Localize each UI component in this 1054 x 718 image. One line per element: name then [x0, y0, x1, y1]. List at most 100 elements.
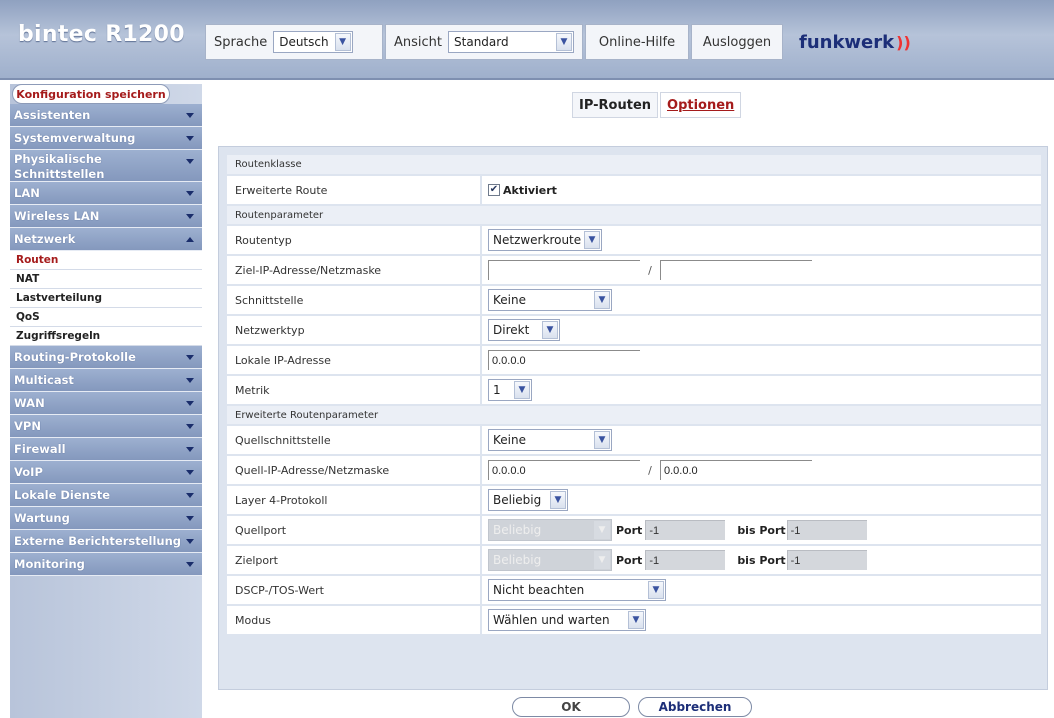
sidebar-item-voip[interactable]: VoIP [10, 461, 202, 484]
field-label: Modus [227, 605, 481, 636]
source-ip-input[interactable] [488, 460, 640, 480]
tab-ip-routen[interactable]: IP-Routen [572, 92, 659, 118]
sidebar-item-label: Assistenten [14, 108, 91, 122]
mode-select[interactable]: Wählen und warten ▼ [488, 609, 646, 631]
select-value: Beliebig [493, 553, 542, 567]
network-type-select[interactable]: Direkt ▼ [488, 319, 560, 341]
sidebar-subitem-qos[interactable]: QoS [10, 308, 202, 327]
sidebar-item-wireless-lan[interactable]: Wireless LAN [10, 205, 202, 228]
sidebar-item-assistenten[interactable]: Assistenten [10, 104, 202, 127]
caret-down-icon [186, 516, 194, 521]
caret-down-icon [186, 539, 194, 544]
signal-waves-icon: )) [896, 32, 911, 52]
view-label: Ansicht [394, 34, 443, 50]
sidebar-item-systemverwaltung[interactable]: Systemverwaltung [10, 127, 202, 150]
caret-down-icon [186, 159, 194, 164]
source-port-select[interactable]: Beliebig ▼ [488, 519, 612, 541]
separator-slash: / [648, 263, 652, 277]
caret-down-icon [186, 447, 194, 452]
sidebar-item-firewall[interactable]: Firewall [10, 438, 202, 461]
section-header: Routenparameter [227, 205, 1041, 226]
sidebar-item-wan[interactable]: WAN [10, 392, 202, 415]
chevron-down-icon: ▼ [542, 321, 558, 339]
main-content: IP-Routen Optionen Routenklasse Erweiter… [212, 84, 1054, 718]
source-interface-select[interactable]: Keine ▼ [488, 429, 612, 451]
header-bar: bintec R1200 Sprache Deutsch ▼ Ansicht St… [0, 0, 1054, 80]
sidebar-item-label: Wartung [14, 511, 70, 525]
chevron-down-icon: ▼ [550, 491, 566, 509]
interface-select[interactable]: Keine ▼ [488, 289, 612, 311]
select-value: Direkt [493, 323, 530, 337]
dest-mask-input[interactable] [660, 260, 812, 280]
select-value: 1 [493, 383, 501, 397]
field-label: Quellschnittstelle [227, 425, 481, 456]
sidebar-item-physikalische-schnittstellen[interactable]: Physikalische Schnittstellen [10, 150, 202, 182]
save-config-button[interactable]: Konfiguration speichern [12, 84, 170, 104]
caret-down-icon [186, 214, 194, 219]
source-port-to-input[interactable] [786, 520, 867, 540]
help-link[interactable]: Online-Hilfe [585, 24, 689, 60]
metric-select[interactable]: 1 ▼ [488, 379, 532, 401]
sidebar-item-externe-berichterstellung[interactable]: Externe Berichterstellung [10, 530, 202, 553]
sidebar-subitem-zugriffsregeln[interactable]: Zugriffsregeln [10, 327, 202, 346]
sidebar-item-label: VoIP [14, 465, 43, 479]
dest-port-input[interactable] [645, 550, 726, 570]
cancel-button[interactable]: Abbrechen [638, 697, 752, 717]
field-label: Erweiterte Route [227, 175, 481, 206]
brand-title: bintec R1200 [18, 22, 185, 47]
separator-slash: / [648, 463, 652, 477]
sidebar-subitem-lastverteilung[interactable]: Lastverteilung [10, 289, 202, 308]
select-value: Netzwerkroute [493, 233, 582, 247]
dest-port-to-input[interactable] [786, 550, 867, 570]
field-label: Zielport [227, 545, 481, 576]
layer4-protocol-select[interactable]: Beliebig ▼ [488, 489, 568, 511]
route-form: Routenklasse Erweiterte Route ✔ Aktiviert… [227, 155, 1041, 636]
sidebar-item-lokale-dienste[interactable]: Lokale Dienste [10, 484, 202, 507]
section-header: Erweiterte Routenparameter [227, 405, 1041, 426]
select-value: Beliebig [493, 493, 542, 507]
field-label: Lokale IP-Adresse [227, 345, 481, 376]
caret-down-icon [186, 378, 194, 383]
caret-down-icon [186, 470, 194, 475]
dest-ip-input[interactable] [488, 260, 640, 280]
field-label: Layer 4-Protokoll [227, 485, 481, 516]
language-label: Sprache [214, 34, 268, 50]
field-label: Quellport [227, 515, 481, 546]
local-ip-input[interactable] [488, 350, 640, 370]
source-mask-input[interactable] [660, 460, 812, 480]
field-label: Netzwerktyp [227, 315, 481, 346]
bis-port-label: bis Port [737, 553, 786, 567]
extended-route-checkbox[interactable]: ✔ Aktiviert [488, 184, 557, 197]
sidebar-item-multicast[interactable]: Multicast [10, 369, 202, 392]
sidebar-item-vpn[interactable]: VPN [10, 415, 202, 438]
language-select[interactable]: Deutsch ▼ [273, 31, 353, 53]
route-type-select[interactable]: Netzwerkroute ▼ [488, 229, 602, 251]
dest-port-select[interactable]: Beliebig ▼ [488, 549, 612, 571]
chevron-down-icon: ▼ [628, 611, 644, 629]
section-header: Routenklasse [227, 155, 1041, 176]
sidebar-item-routing-protokolle[interactable]: Routing-Protokolle [10, 346, 202, 369]
source-port-input[interactable] [645, 520, 726, 540]
tab-optionen[interactable]: Optionen [660, 92, 742, 118]
sidebar-item-wartung[interactable]: Wartung [10, 507, 202, 530]
checkbox-label: Aktiviert [503, 183, 557, 197]
logout-link[interactable]: Ausloggen [691, 24, 783, 60]
select-value: Beliebig [493, 523, 542, 537]
sidebar-item-netzwerk[interactable]: Netzwerk [10, 228, 202, 251]
ok-button[interactable]: OK [512, 697, 630, 717]
funkwerk-logo: funkwerk)) [789, 24, 911, 60]
chevron-down-icon: ▼ [514, 381, 530, 399]
sidebar-item-lan[interactable]: LAN [10, 182, 202, 205]
dscp-select[interactable]: Nicht beachten ▼ [488, 579, 666, 601]
sidebar-subitem-routen[interactable]: Routen [10, 251, 202, 270]
route-form-panel: Routenklasse Erweiterte Route ✔ Aktiviert… [218, 146, 1048, 690]
sidebar-subitem-nat[interactable]: NAT [10, 270, 202, 289]
language-value: Deutsch [279, 35, 329, 49]
view-select[interactable]: Standard ▼ [448, 31, 574, 53]
chevron-down-icon: ▼ [594, 431, 610, 449]
sidebar-item-label: LAN [14, 186, 40, 200]
form-buttons: OK Abbrechen [512, 697, 760, 717]
sidebar-item-label: Physikalische Schnittstellen [14, 152, 105, 181]
sidebar-item-label: Netzwerk [14, 232, 76, 246]
sidebar-item-monitoring[interactable]: Monitoring [10, 553, 202, 576]
